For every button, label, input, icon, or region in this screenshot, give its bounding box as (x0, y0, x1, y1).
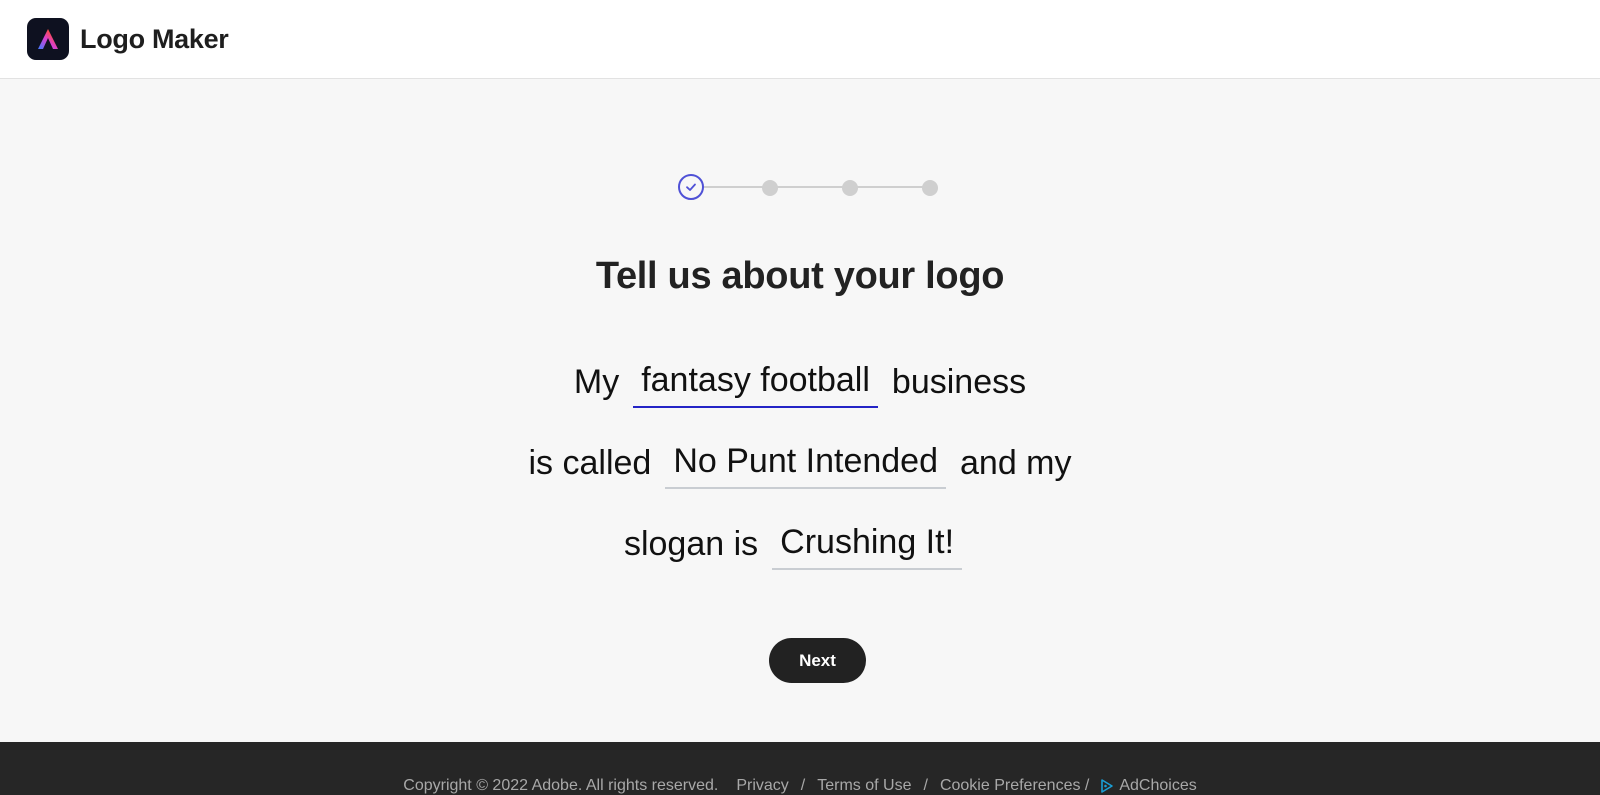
footer-separator: / (923, 777, 928, 794)
cookie-preferences-link[interactable]: Cookie Preferences / (940, 777, 1089, 795)
stepper-track (704, 186, 924, 188)
slogan-input[interactable]: Crushing It! (772, 522, 963, 570)
business-type-input[interactable]: fantasy football (633, 360, 878, 408)
adchoices-link[interactable]: AdChoices (1099, 777, 1197, 795)
step-4-dot (922, 180, 938, 196)
adchoices-icon (1101, 779, 1114, 793)
sentence-line-3: slogan is Crushing It! (0, 522, 1600, 570)
sentence-text: business (891, 363, 1027, 401)
sentence-text: slogan is (623, 525, 759, 563)
sentence-text: and my (960, 444, 1072, 482)
business-name-input[interactable]: No Punt Intended (665, 441, 946, 489)
privacy-link[interactable]: Privacy (736, 777, 788, 795)
sentence-line-2: is called No Punt Intended and my (0, 441, 1600, 489)
adchoices-label: AdChoices (1119, 777, 1197, 794)
adobe-express-icon[interactable] (27, 18, 69, 60)
sentence-text: My (573, 363, 620, 401)
sentence-line-1: My fantasy football business (0, 360, 1600, 408)
step-3-dot (842, 180, 858, 196)
progress-stepper (678, 172, 938, 202)
footer-separator: / (800, 777, 806, 794)
app-title[interactable]: Logo Maker (80, 24, 229, 55)
top-header: Logo Maker (0, 0, 1600, 79)
step-1-current (678, 174, 704, 200)
terms-link[interactable]: Terms of Use (817, 777, 911, 795)
page-title: Tell us about your logo (595, 255, 1005, 297)
copyright-text: Copyright © 2022 Adobe. All rights reser… (403, 777, 719, 794)
step-2-dot (762, 180, 778, 196)
next-button[interactable]: Next (769, 638, 866, 683)
footer: Copyright © 2022 Adobe. All rights reser… (0, 742, 1600, 795)
sentence-text: is called (528, 444, 652, 482)
check-icon (686, 183, 696, 191)
